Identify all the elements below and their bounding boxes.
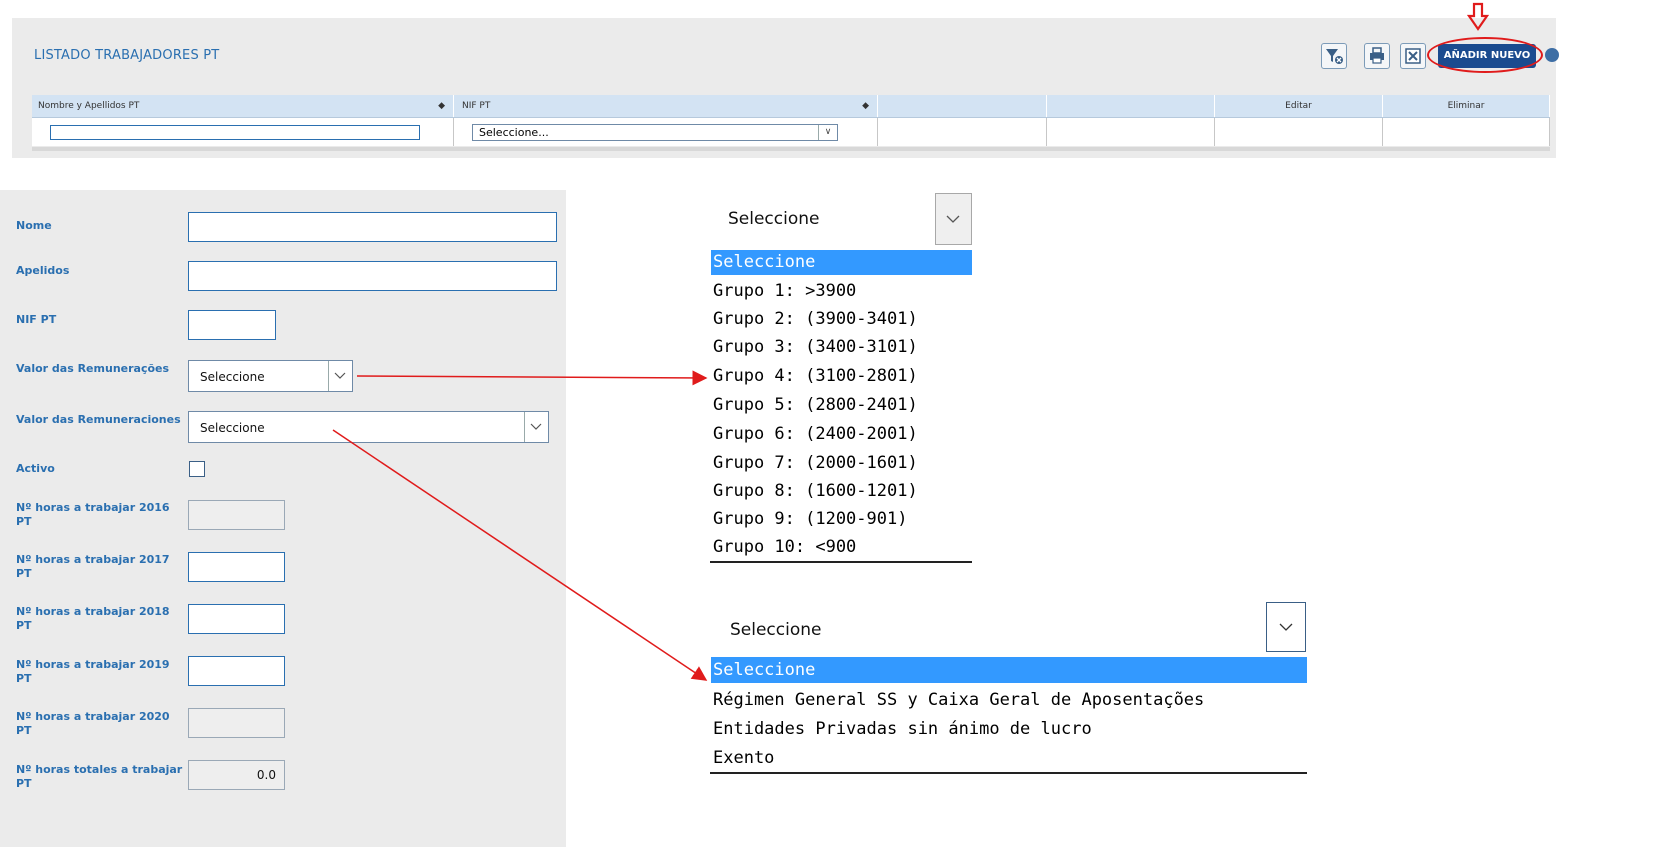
annotation-arrows <box>332 370 708 681</box>
arrow-to-dropdown-1 <box>356 370 708 386</box>
arrow-to-dropdown-2 <box>332 429 708 681</box>
